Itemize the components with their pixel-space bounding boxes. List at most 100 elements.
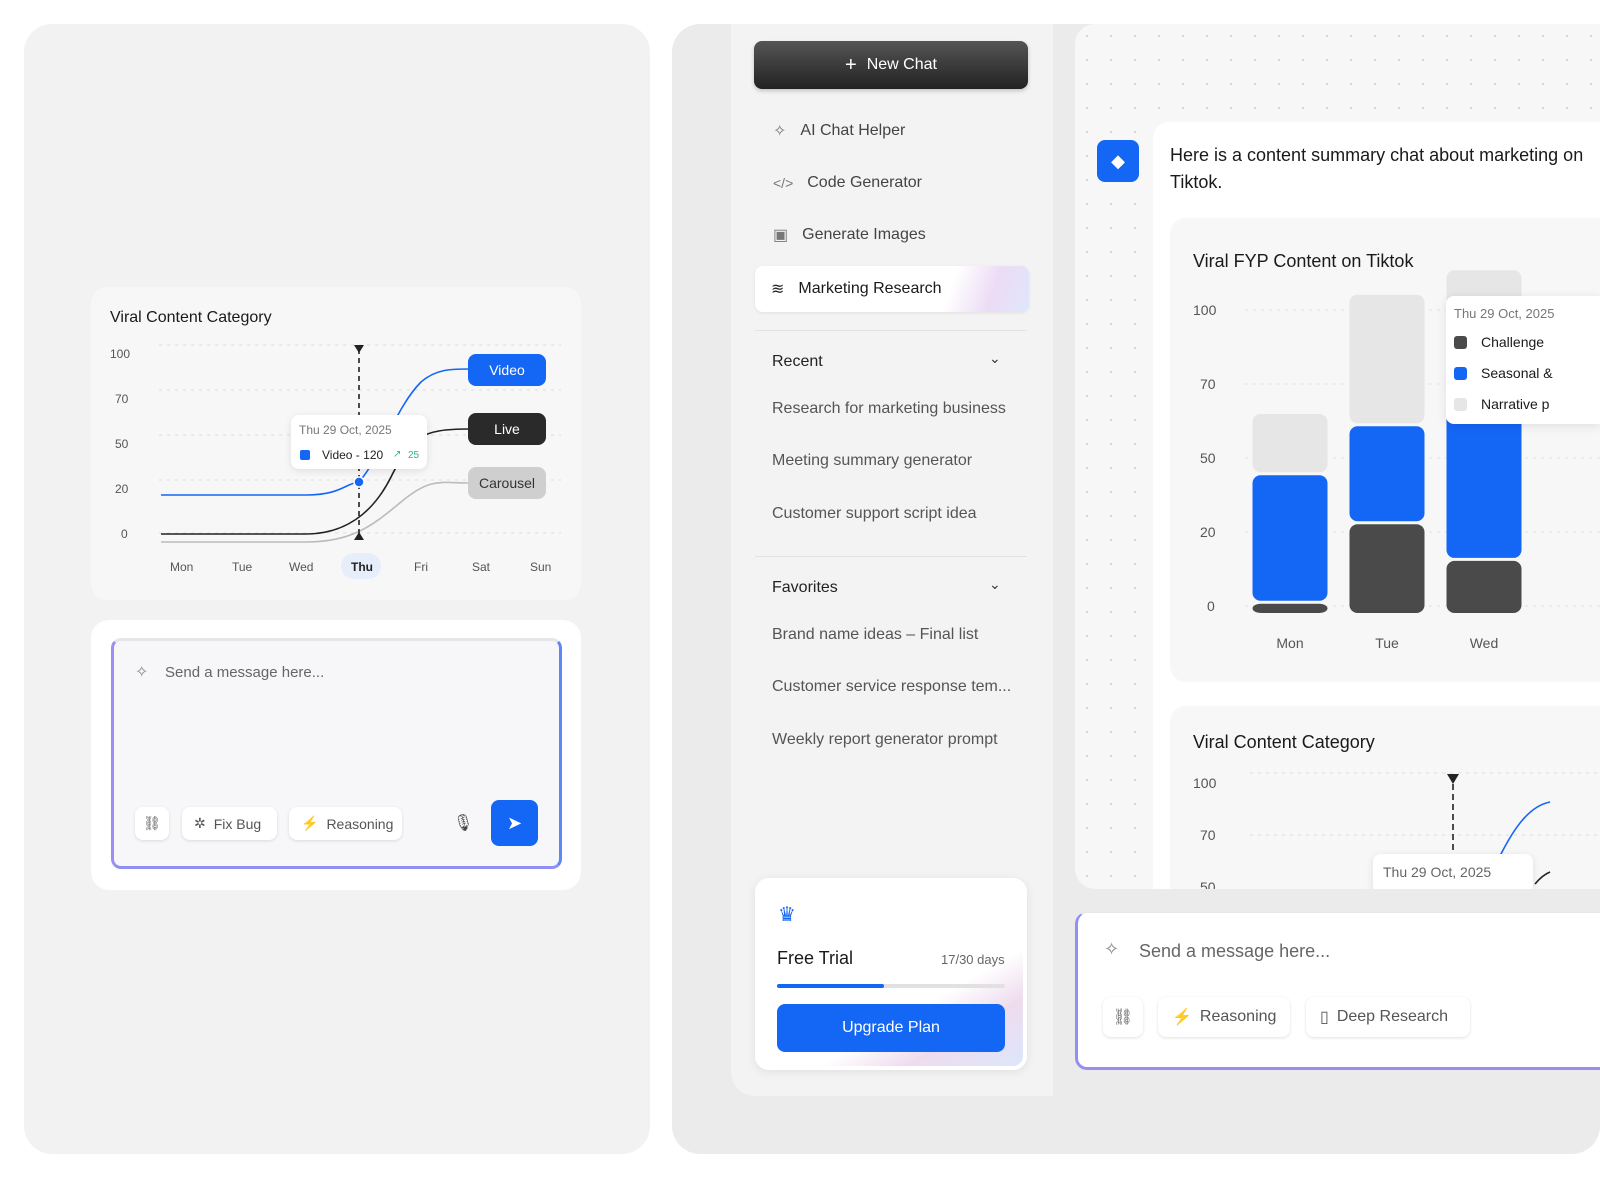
bar-tue-0[interactable] [1349,524,1425,613]
deep-research-icon: ▯ [1320,1009,1329,1026]
tooltip-date: Thu 29 Oct, 2025 [1383,864,1492,880]
bar-tue-2[interactable] [1349,294,1425,424]
attach-button[interactable]: ⛓ [1103,997,1143,1037]
bar-wed-0[interactable] [1446,560,1522,613]
viral-category-card: Viral Content Category 100 70 50 20 0 Mo… [91,287,581,600]
recent-item[interactable]: Research for marketing business [772,400,1006,418]
chevron-down-icon[interactable]: ⌄ [989,576,1001,593]
trial-progress-fill [777,984,885,988]
legend-swatch-challenge [1454,336,1467,349]
fyp-chart-card: Viral FYP Content on Tiktok 100 70 50 20… [1170,218,1600,682]
x-tick-thu[interactable]: Thu [351,560,373,574]
trial-progress-track [777,984,1005,988]
sidebar-item-marketing-research[interactable]: ≋ Marketing Research [755,266,1029,312]
deep-research-label: Deep Research [1336,1008,1448,1025]
bug-icon: ✲ [194,815,206,831]
right-composer: ✧ Send a message here... ⛓ ⚡ Reasoning ▯… [1075,912,1600,1070]
divider [755,330,1027,331]
legend-swatch-narrative [1454,398,1467,411]
bar-tue-1[interactable] [1349,426,1425,522]
carousel-tag: Carousel [468,467,546,499]
x-tick-mon: Mon [170,560,194,574]
message-input[interactable]: Send a message here... [1139,941,1330,962]
reasoning-button[interactable]: ⚡ Reasoning [1158,997,1290,1037]
plus-icon: + [845,53,857,76]
favorite-item[interactable]: Weekly report generator prompt [772,731,998,749]
divider [755,556,1027,557]
sparkle-icon: ✧ [773,123,787,140]
chart-tooltip: Thu 29 Oct, 2025 Video - 120 ↗ 25 [291,415,427,469]
legend-label: Narrative p [1481,396,1550,412]
message-input[interactable]: Send a message here... [165,664,324,681]
assistant-avatar: ◆ [1097,140,1139,182]
send-icon: ➤ [506,812,523,833]
tooltip-date: Thu 29 Oct, 2025 [1454,306,1555,321]
y-tick-70: 70 [115,392,129,406]
trial-title: Free Trial [777,948,854,968]
reasoning-icon: ⚡ [1172,1009,1192,1026]
live-tag: Live [468,413,546,445]
x-tick-wed: Wed [1470,635,1499,651]
new-chat-label: New Chat [866,56,937,73]
favorites-header[interactable]: Favorites [772,579,838,597]
x-tick-sat: Sat [472,560,491,574]
recent-item[interactable]: Customer support script idea [772,505,977,523]
video-tag: Video [468,354,546,386]
sidebar-item-ai-chat-helper[interactable]: ✧ AI Chat Helper [757,108,1031,154]
bar-tooltip: Thu 29 Oct, 2025 Challenge Seasonal & Na… [1446,296,1600,424]
tooltip-swatch [300,450,310,460]
bar-mon-1[interactable] [1252,475,1328,601]
x-tick-tue: Tue [232,560,253,574]
sidebar-item-label: Code Generator [807,174,922,191]
sidebar-item-code-generator[interactable]: </> Code Generator [757,160,1031,206]
code-icon: </> [773,175,794,191]
y-tick-50: 50 [115,437,129,451]
tooltip-delta: 25 [408,450,420,461]
recent-item[interactable]: Meeting summary generator [772,452,972,470]
sidebar-item-label: Marketing Research [798,280,942,297]
tooltip-date: Thu 29 Oct, 2025 [299,423,392,437]
microphone-icon[interactable]: 🎙 [453,813,473,833]
sidebar-item-label: AI Chat Helper [800,122,906,139]
bar-mon-2[interactable] [1252,414,1328,473]
recent-header[interactable]: Recent [772,353,823,371]
sidebar-item-generate-images[interactable]: ▣ Generate Images [757,212,1031,258]
chevron-down-icon[interactable]: ⌄ [989,350,1001,367]
x-tick-fri: Fri [414,560,428,574]
left-composer-card: ✧ Send a message here... ⛓ ✲ Fix Bug ⚡ R… [91,620,581,890]
deep-research-button[interactable]: ▯ Deep Research [1306,997,1470,1037]
legend-swatch-seasonal [1454,367,1467,380]
favorite-item[interactable]: Brand name ideas – Final list [772,626,978,644]
x-tick-tue: Tue [1375,635,1399,651]
trend-up-icon: ↗ [393,449,402,460]
sparkle-icon: ✧ [1104,939,1120,959]
legend-label: Seasonal & [1481,365,1553,381]
new-chat-button[interactable]: + New Chat [754,41,1028,89]
y-tick-0: 0 [121,527,128,541]
reasoning-label: Reasoning [1199,1008,1277,1025]
assistant-message-text: Here is a content summary chat about mar… [1170,145,1584,192]
viral-chart-card-2: Viral Content Category 100 70 50 Thu 29 … [1170,706,1600,889]
fix-bug-button[interactable]: ✲ Fix Bug [182,807,277,840]
trial-days: 17/30 days [941,952,1005,967]
bar-mon-0[interactable] [1252,603,1328,613]
reasoning-icon: ⚡ [301,815,319,831]
fix-bug-label: Fix Bug [213,815,262,832]
x-tick-mon: Mon [1276,635,1303,651]
chart-tooltip: Thu 29 Oct, 2025 [1373,854,1533,889]
send-button[interactable]: ➤ [491,800,538,846]
reasoning-button[interactable]: ⚡ Reasoning [289,807,402,840]
sparkle-icon: ✧ [135,664,149,681]
y-tick-20: 20 [115,482,129,496]
attach-button[interactable]: ⛓ [135,807,169,840]
legend-label: Challenge [1481,334,1545,350]
image-icon: ▣ [773,227,789,244]
upgrade-plan-button[interactable]: Upgrade Plan [777,1004,1005,1052]
crown-icon: ♛ [778,904,796,926]
fyp-bar-chart: Mon Tue Wed [1245,270,1600,651]
link-icon: ⛓ [1112,1009,1134,1026]
favorite-item[interactable]: Customer service response tem... [772,678,1011,696]
trial-card: ♛ Free Trial 17/30 days Upgrade Plan [755,878,1027,1070]
layers-icon: ≋ [771,281,785,298]
reasoning-label: Reasoning [326,815,394,832]
